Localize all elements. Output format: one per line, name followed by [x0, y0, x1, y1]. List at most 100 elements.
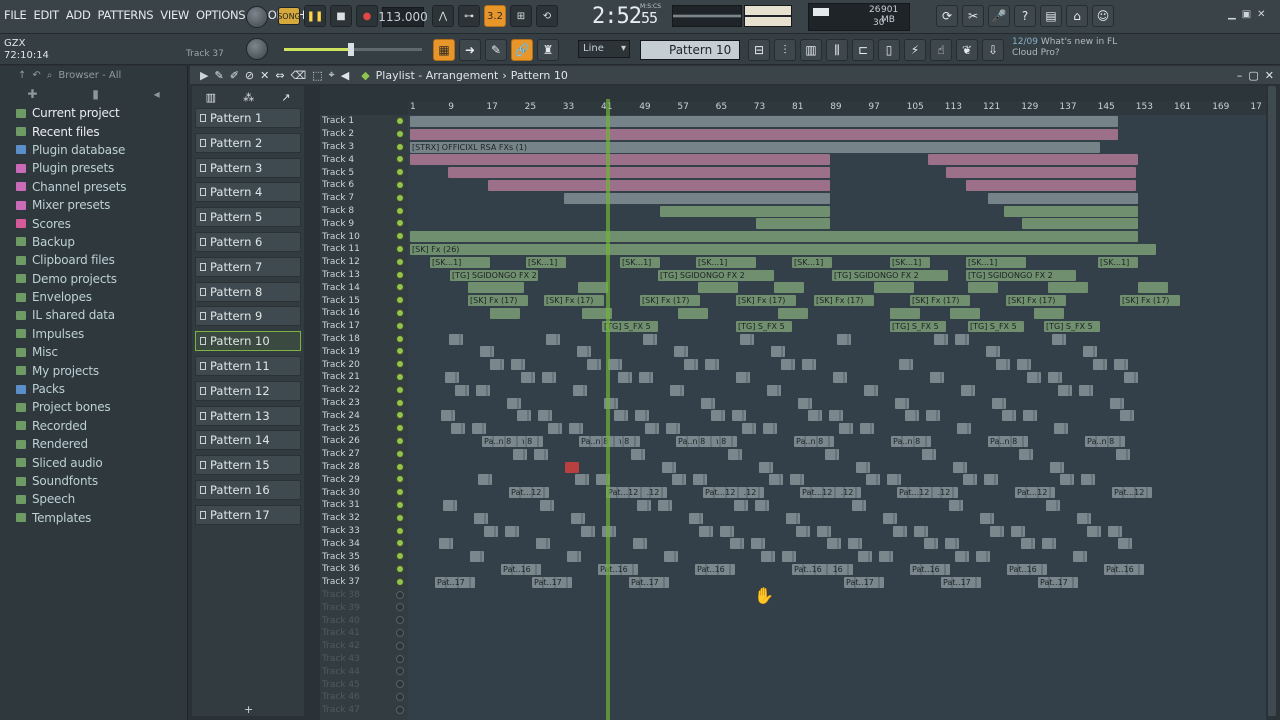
playlist-clip[interactable]: [SK...1] [430, 256, 490, 268]
track-mute-led[interactable] [396, 577, 404, 586]
plugin-button[interactable]: ⌂ [1066, 5, 1088, 27]
automation-icon[interactable]: ↗ [281, 91, 290, 104]
playlist-clip[interactable] [950, 308, 980, 319]
playlist-clip[interactable] [890, 308, 920, 319]
track-header[interactable]: Track 33 [320, 525, 408, 538]
playlist-clip[interactable] [837, 333, 851, 345]
track-header[interactable]: Track 22 [320, 384, 408, 397]
playlist-clip[interactable]: [TG] S_FX 5 [968, 320, 1024, 332]
browser-item[interactable]: Misc [0, 343, 187, 361]
playlist-clip[interactable] [658, 500, 672, 511]
playlist-clip[interactable]: Pa..n 8 [579, 436, 619, 447]
playlist-clip[interactable] [1048, 282, 1088, 294]
playlist-clip[interactable] [808, 410, 822, 422]
track-mute-led[interactable] [396, 142, 404, 151]
playlist-clip[interactable] [961, 384, 975, 396]
track-mute-led[interactable] [396, 475, 404, 484]
track-mute-led[interactable] [396, 513, 404, 522]
playlist-clip[interactable] [858, 551, 872, 563]
track-header[interactable]: Track 34 [320, 537, 408, 550]
playlist-clip[interactable] [664, 551, 678, 563]
playlist-clip[interactable] [441, 410, 455, 422]
browser-button[interactable]: ⊏ [852, 39, 874, 61]
step-edit-button[interactable]: ⊞ [510, 5, 532, 27]
playlist-clip[interactable]: Pa..n 8 [988, 436, 1028, 447]
track-mute-led[interactable] [396, 373, 404, 381]
playlist-clip[interactable] [484, 525, 498, 537]
track-mute-led[interactable] [396, 117, 404, 125]
playlist-clip[interactable] [736, 372, 750, 383]
playlist-clip[interactable]: Pat..16 [695, 564, 735, 575]
playlist-clip[interactable] [536, 538, 550, 550]
playlist-clip[interactable]: [SK] Fx (17) [1006, 295, 1066, 307]
browser-item[interactable]: Sliced audio [0, 453, 187, 471]
playlist-clip[interactable] [817, 525, 831, 537]
track-header[interactable]: Track 6 [320, 179, 408, 192]
playlist-clip[interactable] [740, 333, 754, 345]
playlist-clip[interactable]: Pat...12 [1112, 487, 1152, 499]
tab-files[interactable]: ▮ [92, 87, 99, 101]
playlist-clip[interactable]: [SK...1] [966, 256, 1026, 268]
track-mute-led[interactable] [396, 347, 404, 356]
pattern-item[interactable]: Pattern 1 [195, 108, 301, 128]
playlist-clip[interactable] [782, 551, 796, 563]
playlist-clip[interactable] [728, 448, 742, 460]
playlist-clip[interactable] [701, 397, 715, 409]
track-mute-led[interactable] [396, 385, 404, 394]
playlist-clip[interactable]: Pat..16 [792, 564, 832, 575]
browser-item[interactable]: Backup [0, 233, 187, 251]
track-header[interactable]: Track 26 [320, 435, 408, 448]
master-volume-handle[interactable] [348, 43, 354, 56]
countdown-button[interactable]: 3.2 [484, 5, 506, 27]
playlist-clip[interactable] [934, 333, 948, 345]
tool-slip-icon[interactable]: ⇔ [275, 69, 284, 82]
playlist-clip[interactable] [786, 512, 800, 524]
tab-plugins[interactable]: ◂ [154, 87, 160, 101]
playlist-clip[interactable] [1027, 372, 1041, 383]
playlist-clip[interactable] [742, 423, 756, 435]
restore-icon[interactable]: ▣ [1242, 9, 1251, 20]
browser-item[interactable]: Mixer presets [0, 196, 187, 214]
playlist-clip[interactable] [507, 397, 521, 409]
track-mute-led[interactable] [396, 552, 404, 561]
playlist-clip[interactable]: Pat..16 [1007, 564, 1047, 575]
search-icon[interactable]: ⌕ [47, 70, 53, 81]
playlist-clip[interactable] [455, 384, 469, 396]
chat-button[interactable]: ☺ [1092, 5, 1114, 27]
track-header[interactable]: Track 25 [320, 422, 408, 435]
playlist-clip[interactable] [476, 384, 490, 396]
track-header[interactable]: Track 40 [320, 614, 408, 627]
browser-item[interactable]: Soundfonts [0, 472, 187, 490]
track-mute-led[interactable] [396, 181, 404, 189]
track-mute-led[interactable] [396, 641, 404, 650]
playlist-clip[interactable] [730, 538, 744, 550]
playlist-clip[interactable] [1050, 461, 1064, 473]
browser-item[interactable]: Recorded [0, 417, 187, 435]
timeline-ruler[interactable]: 1917253341495765738189971051131211291371… [408, 101, 1266, 115]
track-mute-led[interactable] [396, 680, 404, 689]
pattern-selector[interactable]: Pattern 10 [640, 40, 740, 60]
track-mute-led[interactable] [396, 360, 404, 369]
loop-record-button[interactable]: ⟲ [536, 5, 558, 27]
playlist-clip[interactable] [839, 423, 853, 435]
playlist-clip[interactable] [711, 410, 725, 422]
track-mute-led[interactable] [396, 526, 404, 535]
maximize-icon[interactable]: ▢ [1248, 69, 1258, 82]
playlist-clip[interactable] [670, 384, 684, 396]
track-header[interactable]: Track 24 [320, 409, 408, 422]
playlist-clip[interactable]: Pat...12 [1015, 487, 1055, 499]
track-header[interactable]: Track 32 [320, 512, 408, 525]
playlist-clip[interactable]: Pat..16 [501, 564, 541, 575]
playlist-clip[interactable] [771, 346, 785, 358]
playlist-clip[interactable]: Pat...12 [509, 487, 549, 499]
playlist-clip[interactable] [732, 410, 746, 422]
playlist-clip[interactable] [953, 461, 967, 473]
menu-add[interactable]: ADD [66, 8, 91, 22]
playlist-clip[interactable] [693, 474, 707, 486]
playlist-clip[interactable] [534, 448, 548, 460]
playlist-clip[interactable] [966, 180, 1136, 191]
track-header[interactable]: Track 28 [320, 461, 408, 474]
browser-item[interactable]: IL shared data [0, 306, 187, 324]
playlist-clip[interactable] [689, 512, 703, 524]
wait-input-button[interactable]: ⊶ [458, 5, 480, 27]
